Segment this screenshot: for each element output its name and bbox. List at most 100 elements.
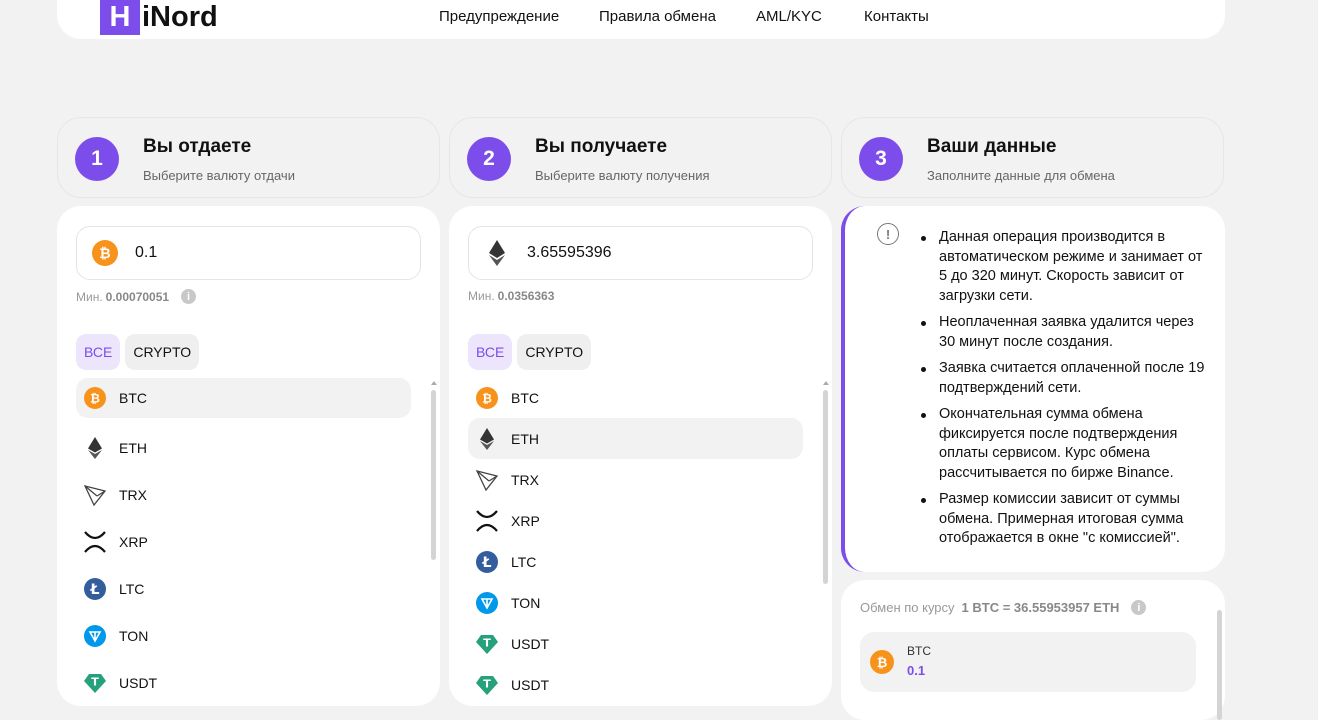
filter-all[interactable]: ВСЕ bbox=[468, 334, 513, 370]
usdt-icon: T bbox=[83, 671, 107, 695]
scroll-up-arrow[interactable] bbox=[823, 381, 829, 385]
min-value: 0.0356363 bbox=[497, 289, 555, 303]
receive-scrollbar[interactable] bbox=[823, 390, 828, 584]
coin-label: BTC bbox=[119, 390, 147, 406]
receive-coin-btc[interactable]: ₿ BTC bbox=[468, 377, 803, 418]
coin-label: LTC bbox=[511, 553, 537, 570]
give-scrollbar[interactable] bbox=[431, 390, 436, 560]
info-bullet: Заявка считается оплаченной после 19 под… bbox=[917, 359, 1207, 398]
coin-label: XRP bbox=[119, 533, 148, 550]
coin-label: USDT bbox=[511, 676, 550, 693]
info-bullet: Размер комиссии зависит от суммы обмена.… bbox=[917, 490, 1207, 549]
xrp-icon bbox=[475, 509, 499, 533]
nav-aml-kyc[interactable]: AML/KYC bbox=[756, 8, 822, 25]
scroll-up-arrow[interactable] bbox=[431, 381, 437, 385]
receive-panel: 3.65595396 Мин. 0.0356363 ВСЕ CRYPTO ₿ BT… bbox=[449, 206, 832, 706]
step-number: 2 bbox=[467, 137, 511, 181]
receive-filter-chips: ВСЕ CRYPTO bbox=[468, 334, 592, 370]
receive-coin-usdt-2[interactable]: T USDT bbox=[468, 664, 803, 705]
info-bullet: Окончательная сумма обмена фиксируется п… bbox=[917, 405, 1207, 483]
rate-line: Обмен по курсу 1 BTC = 36.55953957 ETH i bbox=[860, 600, 1147, 615]
give-coin-usdt[interactable]: T USDT bbox=[76, 659, 411, 706]
give-coin-eth[interactable]: ETH bbox=[76, 424, 411, 471]
step-subtitle: Заполните данные для обмена bbox=[927, 168, 1115, 183]
filter-crypto[interactable]: CRYPTO bbox=[125, 334, 200, 370]
eth-icon bbox=[83, 436, 107, 460]
receive-coin-list: ₿ BTC ETH TRX XRP Ł LTC TON T USDT T USDT bbox=[468, 377, 803, 705]
svg-text:₿: ₿ bbox=[90, 392, 100, 406]
svg-text:₿: ₿ bbox=[877, 656, 888, 671]
trx-icon bbox=[475, 468, 499, 492]
min-label: Мин. bbox=[76, 289, 103, 304]
svg-text:Ł: Ł bbox=[482, 555, 492, 571]
coin-label: TRX bbox=[119, 486, 147, 503]
coin-label: TON bbox=[119, 627, 149, 644]
btc-icon: ₿ bbox=[92, 240, 118, 266]
receive-coin-xrp[interactable]: XRP bbox=[468, 500, 803, 541]
trx-icon bbox=[83, 483, 107, 507]
receive-coin-usdt[interactable]: T USDT bbox=[468, 623, 803, 664]
filter-all[interactable]: ВСЕ bbox=[76, 334, 121, 370]
xrp-icon bbox=[83, 530, 107, 554]
info-icon[interactable]: i bbox=[181, 289, 197, 304]
step-number: 1 bbox=[75, 137, 119, 181]
rate-label: Обмен по курсу bbox=[860, 600, 955, 615]
svg-text:₿: ₿ bbox=[482, 391, 492, 405]
coin-label: BTC bbox=[511, 389, 539, 406]
logo-mark: H bbox=[100, 0, 140, 35]
receive-amount-value[interactable]: 3.65595396 bbox=[527, 244, 612, 262]
give-min-row: Мин. 0.00070051 i bbox=[76, 289, 197, 304]
step-title: Вы получаете bbox=[535, 136, 668, 157]
give-coin-ton[interactable]: TON bbox=[76, 612, 411, 659]
give-summary-box: ₿ BTC 0.1 bbox=[860, 632, 1196, 692]
receive-coin-eth[interactable]: ETH bbox=[468, 418, 803, 459]
coin-label: ETH bbox=[119, 439, 147, 456]
coin-label: TON bbox=[511, 594, 541, 611]
filter-crypto[interactable]: CRYPTO bbox=[517, 334, 592, 370]
step-title: Ваши данные bbox=[927, 136, 1057, 157]
btc-icon: ₿ bbox=[475, 386, 499, 410]
min-label: Мин. bbox=[468, 289, 495, 303]
logo[interactable]: H iNord bbox=[100, 0, 218, 35]
give-filter-chips: ВСЕ CRYPTO bbox=[76, 334, 200, 370]
svg-text:₿: ₿ bbox=[99, 246, 110, 262]
info-icon[interactable]: i bbox=[1131, 600, 1147, 615]
step-title: Вы отдаете bbox=[143, 136, 252, 157]
receive-amount-field[interactable]: 3.65595396 bbox=[468, 226, 813, 280]
receive-min-row: Мин. 0.0356363 bbox=[468, 289, 554, 303]
receive-coin-trx[interactable]: TRX bbox=[468, 459, 803, 500]
usdt-icon: T bbox=[475, 673, 499, 697]
step-give: 1 Вы отдаете Выберите валюту отдачи bbox=[57, 117, 440, 198]
give-coin-xrp[interactable]: XRP bbox=[76, 518, 411, 565]
receive-coin-ton[interactable]: TON bbox=[468, 582, 803, 623]
btc-icon: ₿ bbox=[870, 650, 894, 674]
usdt-icon: T bbox=[475, 632, 499, 656]
give-coin-list: ₿ BTC ETH TRX XRP Ł LTC TON T USDT bbox=[76, 378, 411, 706]
svg-text:T: T bbox=[91, 675, 99, 688]
rate-scrollbar[interactable] bbox=[1217, 610, 1222, 720]
coin-label: USDT bbox=[511, 635, 550, 652]
coin-label: XRP bbox=[511, 512, 540, 529]
logo-text: iNord bbox=[142, 1, 218, 33]
rate-card: Обмен по курсу 1 BTC = 36.55953957 ETH i… bbox=[841, 580, 1225, 720]
give-amount-value[interactable]: 0.1 bbox=[135, 244, 157, 262]
give-coin-ltc[interactable]: Ł LTC bbox=[76, 565, 411, 612]
step-subtitle: Выберите валюту отдачи bbox=[143, 168, 295, 183]
nav-exchange-rules[interactable]: Правила обмена bbox=[599, 8, 716, 25]
give-amount-field[interactable]: ₿ 0.1 bbox=[76, 226, 421, 280]
nav-contacts[interactable]: Контакты bbox=[864, 8, 929, 25]
coin-label: LTC bbox=[119, 580, 145, 597]
info-bullet: Неоплаченная заявка удалится через 30 ми… bbox=[917, 313, 1207, 352]
rate-value: 1 BTC = 36.55953957 ETH bbox=[961, 600, 1120, 615]
give-coin-trx[interactable]: TRX bbox=[76, 471, 411, 518]
eth-icon bbox=[475, 427, 499, 451]
receive-coin-ltc[interactable]: Ł LTC bbox=[468, 541, 803, 582]
coin-label: ETH bbox=[511, 430, 539, 447]
ton-icon bbox=[83, 624, 107, 648]
min-value: 0.00070051 bbox=[105, 289, 170, 304]
nav-warning[interactable]: Предупреждение bbox=[439, 8, 559, 25]
give-coin-btc[interactable]: ₿ BTC bbox=[76, 378, 411, 418]
give-summary-currency: BTC bbox=[907, 644, 931, 658]
step-subtitle: Выберите валюту получения bbox=[535, 168, 710, 183]
step-number: 3 bbox=[859, 137, 903, 181]
